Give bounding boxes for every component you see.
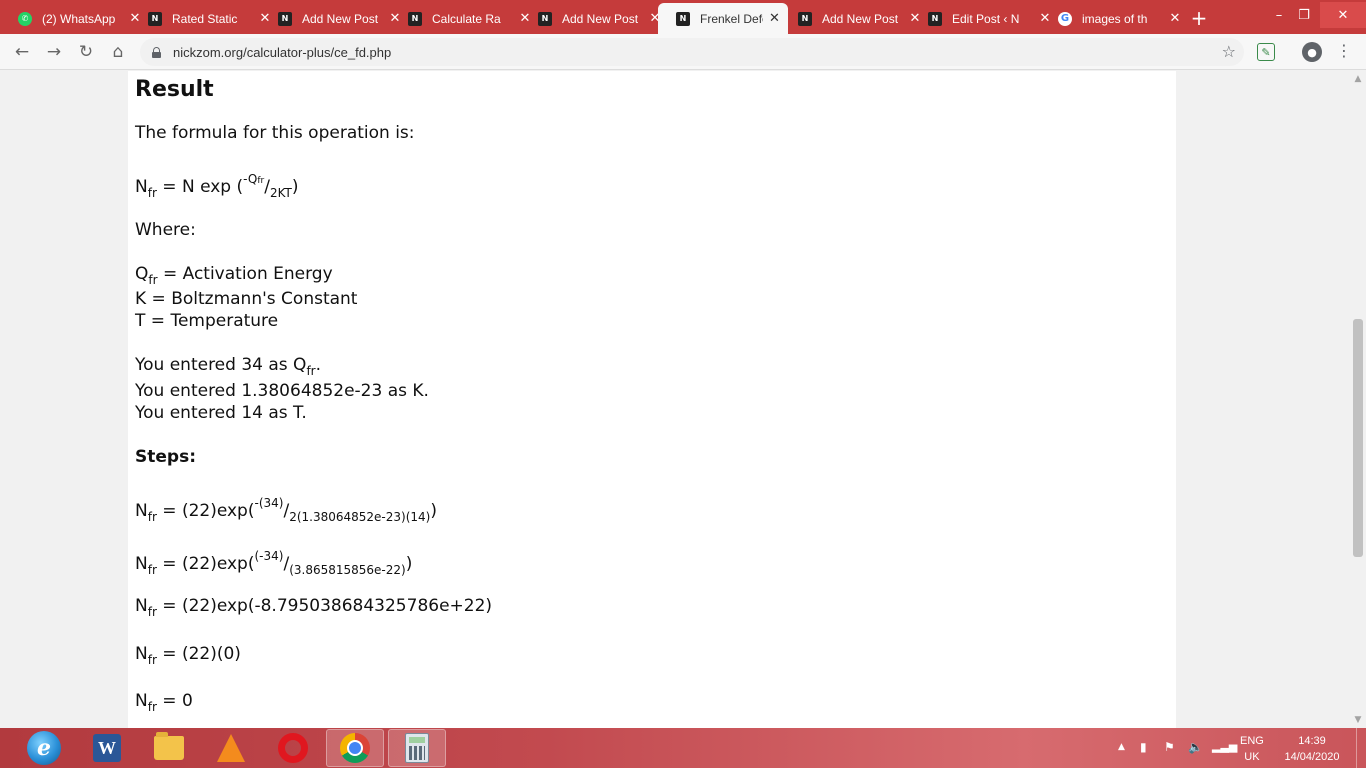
- tab-title: Edit Post ‹ N: [952, 11, 1020, 26]
- word-icon: W: [93, 734, 121, 762]
- power-icon[interactable]: ▮: [1140, 740, 1147, 754]
- back-button[interactable]: ←: [10, 41, 34, 63]
- language-indicator[interactable]: ENG UK: [1240, 733, 1264, 765]
- tab-title: Add New Post: [822, 11, 899, 26]
- result-card: Result The formula for this operation is…: [128, 71, 1176, 728]
- taskbar-vlc[interactable]: [202, 729, 260, 767]
- tab-title: Rated Static: [172, 11, 238, 26]
- browser-toolbar: ← → ↻ ⌂ nickzom.org/calculator-plus/ce_f…: [0, 34, 1366, 70]
- nickzom-icon: N: [148, 11, 162, 26]
- close-window-button[interactable]: ✕: [1320, 2, 1366, 28]
- tab-title: Frenkel Defe: [700, 11, 763, 26]
- show-hidden-icons[interactable]: ▲: [1118, 742, 1125, 752]
- vertical-scrollbar[interactable]: ▲ ▼: [1350, 71, 1366, 728]
- internet-explorer-icon: e: [27, 731, 61, 765]
- tab-whatsapp[interactable]: ✆ (2) WhatsApp ✕: [0, 3, 150, 34]
- network-signal-icon[interactable]: ▂▃▅: [1212, 740, 1237, 753]
- taskbar-word[interactable]: W: [78, 729, 136, 767]
- tab-title: Calculate Ra: [432, 11, 501, 26]
- page-viewport: Result The formula for this operation is…: [0, 71, 1350, 728]
- start-button[interactable]: e: [24, 730, 64, 766]
- tab-title: Add New Post: [562, 11, 639, 26]
- entered-k: You entered 1.38064852e-23 as K.: [135, 381, 429, 401]
- extension-icon[interactable]: ✎: [1257, 43, 1275, 61]
- definition-k: K = Boltzmann's Constant: [135, 289, 358, 309]
- tab-title: (2) WhatsApp: [42, 11, 116, 26]
- result-heading: Result: [135, 77, 214, 102]
- entered-qfr: You entered 34 as Qfr.: [135, 355, 322, 378]
- steps-label: Steps:: [135, 447, 196, 467]
- forward-button[interactable]: →: [42, 41, 66, 63]
- scroll-up-icon[interactable]: ▲: [1350, 71, 1366, 87]
- tab-add-new-post-2[interactable]: N Add New Post ✕: [520, 3, 670, 34]
- definition-qfr: Qfr = Activation Energy: [135, 264, 333, 287]
- tab-strip: ✆ (2) WhatsApp ✕ N Rated Static ✕ N Add …: [0, 0, 1366, 34]
- formula-intro: The formula for this operation is:: [135, 123, 415, 143]
- taskbar: e W ▲ ▮ ⚑ 🔈 ▂▃▅ ENG UK 14:39 14/04/2020: [0, 728, 1366, 768]
- nickzom-icon: N: [278, 11, 292, 26]
- nickzom-icon: N: [676, 11, 690, 26]
- close-icon[interactable]: ✕: [769, 11, 780, 26]
- tab-title: Add New Post: [302, 11, 379, 26]
- taskbar-chrome[interactable]: [326, 729, 384, 767]
- vlc-icon: [217, 734, 245, 762]
- nickzom-icon: N: [538, 11, 552, 26]
- scroll-down-icon[interactable]: ▼: [1350, 712, 1366, 728]
- close-icon[interactable]: ✕: [1168, 11, 1182, 26]
- nickzom-icon: N: [928, 11, 942, 26]
- step-2: Nfr = (22)exp((-34)/(3.865815856e-22)): [135, 549, 413, 577]
- whatsapp-icon: ✆: [18, 11, 32, 26]
- tab-title: images of th: [1082, 11, 1148, 26]
- file-explorer-icon: [154, 732, 184, 760]
- clock-date: 14/04/2020: [1284, 751, 1340, 763]
- nickzom-icon: N: [408, 11, 422, 26]
- tab-add-new-post-3[interactable]: N Add New Post ✕: [780, 3, 930, 34]
- show-desktop-button[interactable]: [1356, 728, 1366, 768]
- step-1: Nfr = (22)exp(-(34)/2(1.38064852e-23)(14…: [135, 496, 437, 524]
- taskbar-opera[interactable]: [264, 729, 322, 767]
- tab-calculate[interactable]: N Calculate Ra ✕: [390, 3, 540, 34]
- where-label: Where:: [135, 220, 196, 240]
- home-button[interactable]: ⌂: [106, 41, 130, 63]
- address-bar[interactable]: nickzom.org/calculator-plus/ce_fd.php ☆: [140, 38, 1244, 66]
- menu-icon[interactable]: ⋮: [1336, 41, 1352, 60]
- step-4: Nfr = (22)(0): [135, 644, 241, 667]
- opera-icon: [278, 733, 308, 763]
- chrome-icon: [340, 733, 370, 763]
- action-center-flag-icon[interactable]: ⚑: [1164, 740, 1175, 754]
- new-tab-button[interactable]: +: [1188, 6, 1210, 30]
- scroll-thumb[interactable]: [1353, 319, 1363, 557]
- system-clock[interactable]: 14:39 14/04/2020: [1280, 733, 1344, 765]
- nickzom-icon: N: [798, 11, 812, 26]
- clock-time: 14:39: [1298, 735, 1326, 747]
- definition-t: T = Temperature: [135, 311, 279, 331]
- step-5: Nfr = 0: [135, 691, 193, 714]
- url-text: nickzom.org/calculator-plus/ce_fd.php: [173, 44, 392, 60]
- reload-button[interactable]: ↻: [74, 41, 98, 63]
- lock-icon: [152, 46, 161, 58]
- google-icon: G: [1058, 11, 1072, 26]
- step-3: Nfr = (22)exp(-8.795038684325786e+22): [135, 596, 493, 619]
- calculator-icon: [405, 733, 429, 763]
- tab-add-new-post-1[interactable]: N Add New Post ✕: [260, 3, 410, 34]
- taskbar-file-explorer[interactable]: [140, 729, 198, 767]
- tab-rated-static[interactable]: N Rated Static ✕: [130, 3, 280, 34]
- bookmark-star-icon[interactable]: ☆: [1222, 42, 1236, 61]
- tab-edit-post[interactable]: N Edit Post ‹ N ✕: [910, 3, 1060, 34]
- account-icon[interactable]: ●: [1302, 42, 1322, 62]
- entered-t: You entered 14 as T.: [135, 403, 307, 423]
- formula-line: Nfr = N exp (-Qfr/2KT): [135, 172, 299, 200]
- taskbar-calculator[interactable]: [388, 729, 446, 767]
- volume-icon[interactable]: 🔈: [1188, 740, 1203, 754]
- tab-frenkel-defect[interactable]: N Frenkel Defe ✕: [658, 3, 788, 34]
- tab-images[interactable]: G images of th ✕: [1040, 3, 1190, 34]
